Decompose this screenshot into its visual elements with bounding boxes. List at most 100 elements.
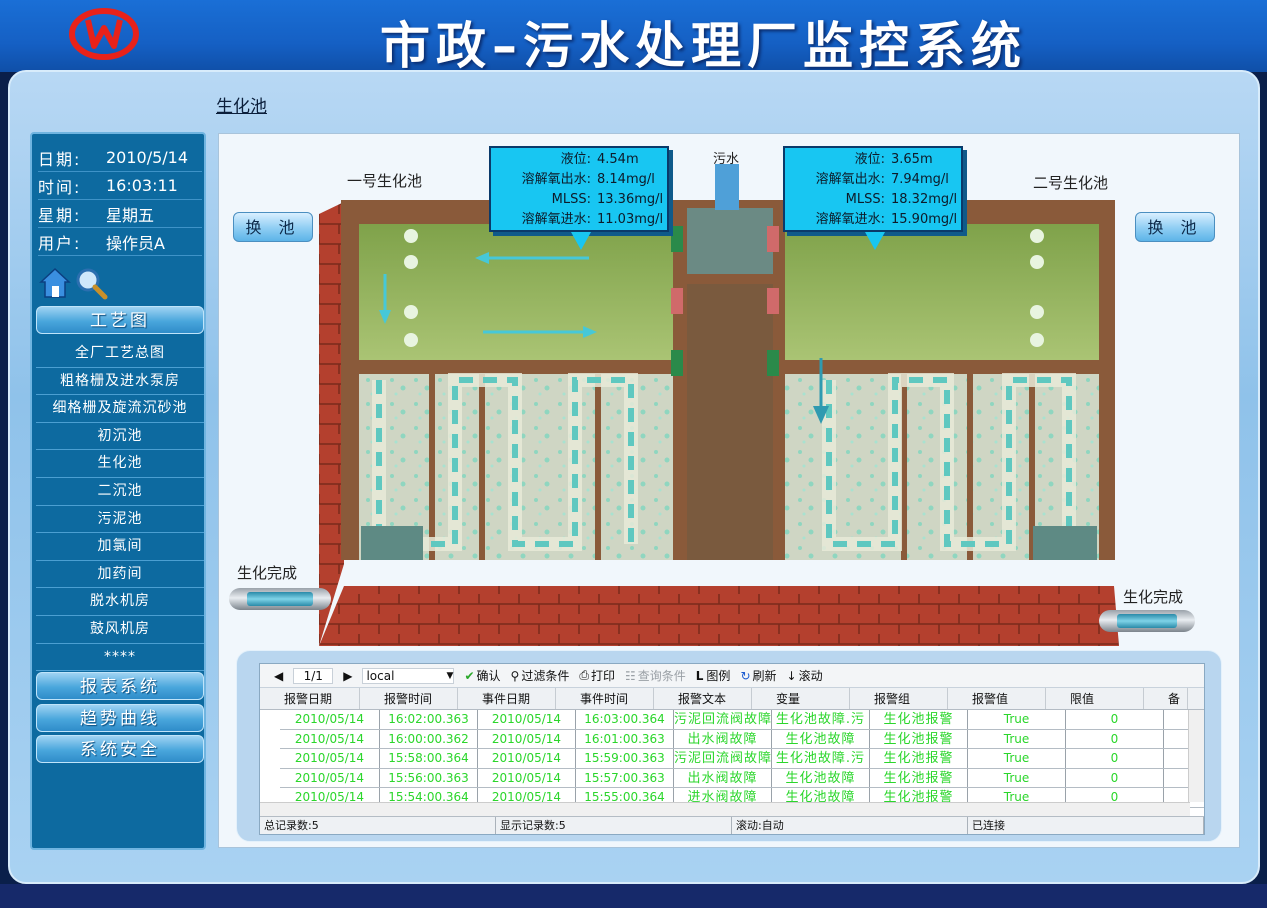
table-row[interactable]: 2010/05/14 15:58:00.364 2010/05/14 15:59…	[280, 749, 1204, 769]
sewage-inflow	[715, 164, 739, 210]
col-alarm-value[interactable]: 报警值	[948, 688, 1046, 709]
tank2-do-in-value: 15.90mg/l	[891, 212, 958, 227]
nav-item-blower[interactable]: 鼓风机房	[36, 616, 204, 644]
cell-event-time: 15:59:00.363	[576, 749, 674, 768]
cell-alarm-group: 生化池报警	[870, 749, 968, 768]
refresh-button[interactable]: ↻ 刷新	[740, 667, 776, 684]
tank2-do-in-label: 溶解氧进水:	[815, 212, 885, 227]
tank-diagram	[319, 164, 1119, 646]
nav-item-dewatering[interactable]: 脱水机房	[36, 588, 204, 616]
tank1-callout-pointer	[571, 232, 591, 250]
col-note[interactable]: 备	[1144, 688, 1188, 709]
horizontal-scrollbar[interactable]	[260, 802, 1190, 816]
print-label: 打印	[590, 669, 615, 683]
down-arrow-icon: ↓	[786, 668, 797, 683]
filter-button[interactable]: ⚲ 过滤条件	[511, 667, 570, 684]
user-label: 用户:	[38, 233, 82, 253]
printer-icon: ⎙	[579, 668, 589, 682]
tank2-mlss-label: MLSS:	[845, 192, 885, 207]
nav-item-coarse-screen[interactable]: 粗格栅及进水泵房	[36, 368, 204, 396]
prev-page-icon[interactable]: ◀	[274, 669, 283, 683]
nav-item-dosing[interactable]: 加药间	[36, 561, 204, 589]
tank2-readings: 液位: 3.65m 溶解氧出水: 7.94mg/l MLSS: 18.32mg/l 溶…	[783, 146, 963, 232]
table-row[interactable]: 2010/05/14 16:00:00.362 2010/05/14 16:01…	[280, 729, 1204, 749]
col-alarm-time[interactable]: 报警时间	[360, 688, 458, 709]
cell-alarm-text: 出水阀故障	[674, 768, 772, 787]
cell-event-date: 2010/05/14	[478, 749, 576, 768]
cell-alarm-text: 污泥回流阀故障	[674, 710, 772, 729]
tank1-level-value: 4.54m	[597, 152, 639, 167]
alarm-grid-header: 报警日期 报警时间 事件日期 事件时间 报警文本 变量 报警组 报警值 限值 备	[260, 688, 1204, 710]
nav-item-sludge-tank[interactable]: 污泥池	[36, 506, 204, 534]
source-select-value: local	[366, 668, 395, 683]
nav-item-secondary-clarifier[interactable]: 二沉池	[36, 478, 204, 506]
cell-limit: 0	[1066, 768, 1164, 787]
magnifier-icon: ⚲	[510, 668, 520, 683]
nav-item-plant-overview[interactable]: 全厂工艺总图	[36, 340, 204, 368]
nav-item-biochemical-tank[interactable]: 生化池	[36, 450, 204, 478]
cell-alarm-group: 生化池报警	[870, 710, 968, 729]
tank1-readings: 液位: 4.54m 溶解氧出水: 8.14mg/l MLSS: 13.36mg/l 溶…	[489, 146, 669, 232]
cell-alarm-text: 污泥回流阀故障	[674, 749, 772, 768]
scroll-button[interactable]: ↓ 滚动	[787, 667, 823, 684]
nav-item-chlorination[interactable]: 加氯间	[36, 533, 204, 561]
cell-alarm-date: 2010/05/14	[280, 749, 380, 768]
query-button[interactable]: ☷ 查询条件	[625, 667, 686, 684]
report-system-button[interactable]: 报表系统	[36, 672, 204, 700]
col-variable[interactable]: 变量	[752, 688, 850, 709]
cell-alarm-time: 15:58:00.364	[380, 749, 478, 768]
nav-item-primary-clarifier[interactable]: 初沉池	[36, 423, 204, 451]
col-limit[interactable]: 限值	[1046, 688, 1144, 709]
table-row[interactable]: 2010/05/14 15:56:00.363 2010/05/14 15:57…	[280, 768, 1204, 788]
tank2-label: 二号生化池	[1033, 174, 1109, 192]
swap-tank-left-button[interactable]: 换 池	[233, 212, 313, 242]
cell-limit: 0	[1066, 729, 1164, 748]
col-event-time[interactable]: 事件时间	[556, 688, 654, 709]
outlet-pipe-right	[1099, 610, 1195, 632]
sewage-label: 污水	[713, 152, 740, 167]
cell-alarm-group: 生化池报警	[870, 768, 968, 787]
weekday-value: 星期五	[106, 205, 155, 225]
nav-list: 全厂工艺总图 粗格栅及进水泵房 细格栅及旋流沉砂池 初沉池 生化池 二沉池 污泥…	[36, 340, 204, 672]
vertical-scrollbar[interactable]	[1188, 710, 1204, 802]
legend-button[interactable]: L 图例	[696, 667, 731, 684]
source-select[interactable]: local ▼	[362, 667, 455, 684]
swap-tank-right-button[interactable]: 换 池	[1135, 212, 1215, 242]
nav-item-more[interactable]: ****	[36, 644, 204, 672]
tank2-do-out-value: 7.94mg/l	[891, 172, 949, 187]
search-icon[interactable]	[74, 266, 108, 300]
tank2-callout-pointer	[865, 232, 885, 250]
tank2-mlss-value: 18.32mg/l	[891, 192, 958, 207]
print-button[interactable]: ⎙ 打印	[579, 667, 615, 684]
cell-alarm-time: 16:02:00.363	[380, 710, 478, 729]
trend-curve-button[interactable]: 趋势曲线	[36, 704, 204, 732]
table-row[interactable]: 2010/05/14 16:02:00.363 2010/05/14 16:03…	[280, 710, 1204, 730]
confirm-button[interactable]: ✔ 确认	[464, 667, 500, 684]
status-total: 总记录数:5	[260, 817, 496, 834]
date-label: 日期:	[38, 149, 82, 169]
query-label: 查询条件	[637, 669, 686, 683]
cell-alarm-time: 16:00:00.362	[380, 729, 478, 748]
system-title: 市政–污水处理厂监控系统	[380, 17, 1027, 75]
col-alarm-date[interactable]: 报警日期	[260, 688, 360, 709]
center-channel	[687, 284, 773, 560]
user-value: 操作员A	[106, 233, 165, 253]
legend-icon: L	[695, 668, 704, 683]
process-diagram-button[interactable]: 工艺图	[36, 306, 204, 334]
col-alarm-group[interactable]: 报警组	[850, 688, 948, 709]
cell-alarm-group: 生化池报警	[870, 729, 968, 748]
col-alarm-text[interactable]: 报警文本	[654, 688, 752, 709]
info-box: 日期: 2010/5/14 时间: 16:03:11 星期: 星期五 用户: 操作员A	[38, 144, 202, 264]
alarm-statusbar: 总记录数:5 显示记录数:5 滚动:自动 已连接	[260, 816, 1204, 834]
nav-item-fine-screen[interactable]: 细格栅及旋流沉砂池	[36, 395, 204, 423]
home-icon[interactable]	[38, 266, 72, 300]
outlet-pipe-left	[229, 588, 331, 610]
check-icon: ✔	[464, 668, 475, 683]
next-page-icon[interactable]: ▶	[343, 669, 352, 683]
tank1-do-out-label: 溶解氧出水:	[521, 172, 591, 187]
cell-event-time: 16:01:00.363	[576, 729, 674, 748]
system-security-button[interactable]: 系统安全	[36, 735, 204, 763]
legend-label: 图例	[706, 669, 731, 683]
col-event-date[interactable]: 事件日期	[458, 688, 556, 709]
filter-label: 过滤条件	[521, 669, 570, 683]
